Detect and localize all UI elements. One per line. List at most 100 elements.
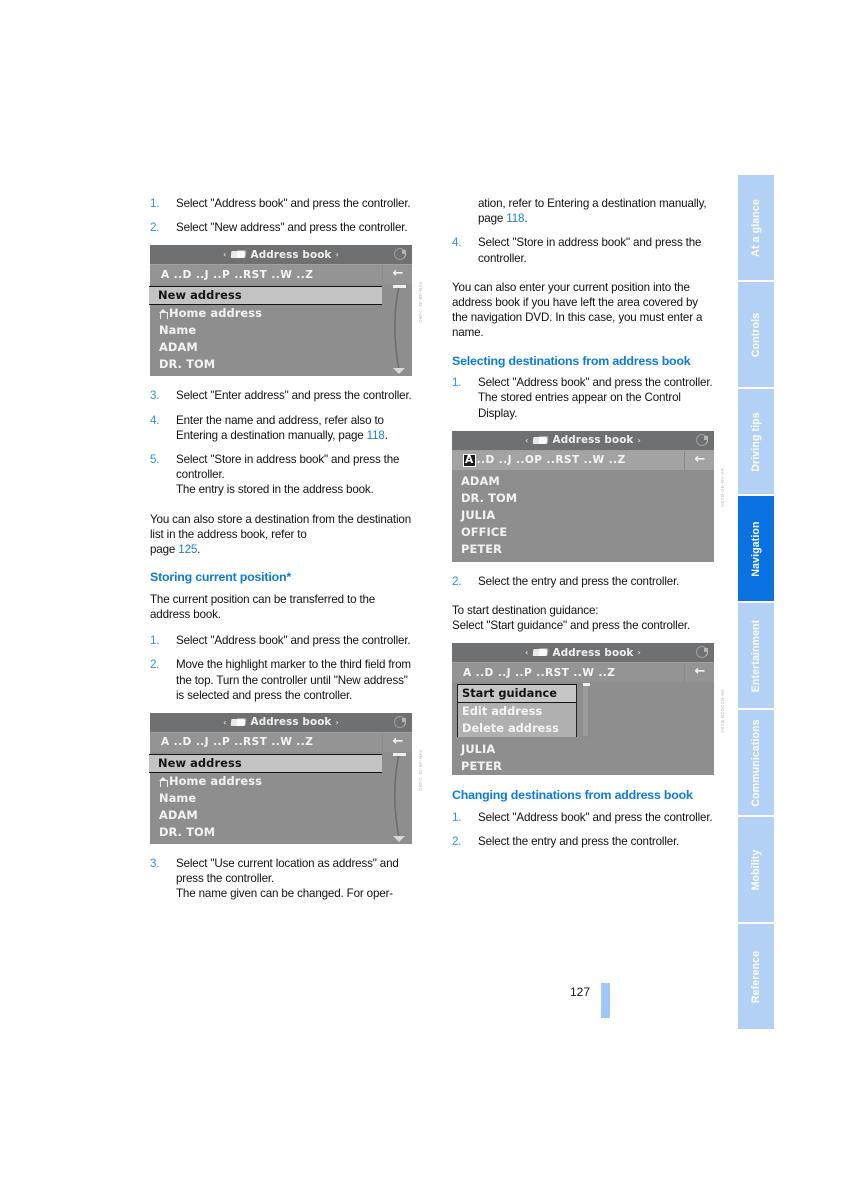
screen-title-bar: ‹ Address book › <box>150 712 412 732</box>
list-item[interactable]: ADAM <box>150 339 412 356</box>
prev-arrow-icon: ‹ <box>525 648 529 658</box>
list-item[interactable]: DR. TOM <box>150 824 412 841</box>
list-item[interactable]: JULIA <box>452 741 714 758</box>
sidebar-item-mobility[interactable]: Mobility <box>738 817 774 922</box>
list-item[interactable]: DR. TOM <box>150 356 412 373</box>
note-current-position: You can also enter your current position… <box>452 280 703 340</box>
idrive-screenshot-address-book-new: ‹ Address book › A ..D ..J ..P ..RST ..W… <box>149 245 423 377</box>
list-item-home-address[interactable]: Home address <box>150 773 412 790</box>
back-arrow-icon[interactable]: ← <box>684 663 714 683</box>
back-arrow-icon[interactable]: ← <box>382 265 412 285</box>
left-column: 1. Select "Address book" and press the c… <box>149 196 423 910</box>
next-arrow-icon: › <box>637 648 641 658</box>
screen-title: Address book <box>552 434 634 447</box>
alphabet-bar[interactable]: A ..D ..J ..P ..RST ..W ..Z ← <box>150 264 412 285</box>
left-steps-top: 1. Select "Address book" and press the c… <box>150 196 414 235</box>
note-destination-list: You can also store a destination from th… <box>150 512 412 557</box>
sidebar-item-navigation[interactable]: Navigation <box>738 496 774 601</box>
step-text: Select "Address book" and press the cont… <box>478 376 713 390</box>
list-item[interactable]: PETER <box>452 541 714 558</box>
sidebar-item-label: At a glance <box>750 198 762 257</box>
list-item-home-address[interactable]: Home address <box>150 305 412 322</box>
list-item: 3. Select "Use current location as addre… <box>150 856 414 902</box>
prev-arrow-icon: ‹ <box>525 435 529 445</box>
alphabet-text: A ..D ..J ..P ..RST ..W ..Z <box>463 666 616 679</box>
right-steps-selecting: 1. Select "Address book" and press the c… <box>452 375 716 421</box>
figure-code: OBFC-JE-BF-NAV <box>418 749 423 791</box>
entry-list: New address Home address Name ADAM DR. T… <box>149 284 412 377</box>
list-item[interactable]: Name <box>150 790 412 807</box>
screen-title: Address book <box>250 248 332 261</box>
sidebar-item-label: Communications <box>750 718 762 807</box>
idrive-screenshot-address-book-entries: ‹ Address book › A ..D ..J ..OP ..RST ..W… <box>452 430 725 562</box>
alphabet-text: A ..D ..J ..P ..RST ..W ..Z <box>161 736 314 749</box>
alphabet-bar[interactable]: A ..D ..J ..P ..RST ..W ..Z ← <box>150 731 412 752</box>
manual-page: 1. Select "Address book" and press the c… <box>0 0 848 1200</box>
back-arrow-icon[interactable]: ← <box>684 450 714 470</box>
sidebar-item-communications[interactable]: Communications <box>738 710 774 815</box>
list-item[interactable]: JULIA <box>452 507 714 524</box>
screen-title: Address book <box>250 716 332 729</box>
list-item: 5. Select "Store in address book" and pr… <box>150 452 414 498</box>
context-menu: Start guidance Edit address Delete addre… <box>457 683 590 738</box>
guidance-instruction: To start destination guidance: Select "St… <box>452 603 691 633</box>
storing-intro-text: The current position can be transferred … <box>150 592 376 621</box>
list-item[interactable]: Name <box>150 322 412 339</box>
back-arrow-icon[interactable]: ← <box>382 732 412 752</box>
page-xref[interactable]: 118 <box>367 429 385 442</box>
address-book-icon <box>532 648 548 657</box>
sidebar-item-driving-tips[interactable]: Driving tips <box>738 389 774 494</box>
menu-scrollbar[interactable] <box>582 683 590 738</box>
list-item: 1. Select "Address book" and press the c… <box>150 633 414 648</box>
list-item[interactable]: DR. TOM <box>452 490 714 507</box>
step-subtext: The entry is stored in the address book. <box>176 483 374 497</box>
globe-icon <box>696 433 708 446</box>
list-item-selected[interactable]: New address <box>149 286 382 306</box>
list-item[interactable]: ADAM <box>150 807 412 824</box>
alphabet-bar[interactable]: A ..D ..J ..P ..RST ..W ..Z ← <box>452 662 714 683</box>
menu-item-delete-address[interactable]: Delete address <box>457 720 577 738</box>
step-number: 2. <box>150 658 160 672</box>
sidebar-item-controls[interactable]: Controls <box>738 282 774 387</box>
left-steps-storing: 1. Select "Address book" and press the c… <box>150 633 414 703</box>
page-marker <box>601 983 610 1018</box>
list-item[interactable]: PETER <box>452 758 714 775</box>
scrollbar-top-cap <box>393 752 406 756</box>
page-xref[interactable]: 118 <box>506 212 524 225</box>
step-number: 1. <box>150 634 160 648</box>
step-text: Move the highlight marker to the third f… <box>176 658 411 702</box>
menu-item-edit-address[interactable]: Edit address <box>457 703 577 721</box>
menu-item-start-guidance[interactable]: Start guidance <box>457 684 577 704</box>
heading-changing-destinations: Changing destinations from address book <box>452 788 693 803</box>
sidebar-item-at-a-glance[interactable]: At a glance <box>738 175 774 280</box>
step-text: Select "Store in address book" and press… <box>176 453 400 482</box>
right-column: ation, refer to Entering a destination m… <box>452 196 725 857</box>
step-number: 3. <box>150 856 160 870</box>
list-item[interactable]: OFFICE <box>452 524 714 541</box>
screen-title-bar: ‹ Address book › <box>452 430 714 450</box>
sidebar-item-label: Reference <box>750 950 762 1003</box>
chapter-tabs: At a glance Controls Driving tips Naviga… <box>738 175 774 1031</box>
sidebar-item-reference[interactable]: Reference <box>738 924 774 1029</box>
address-book-icon <box>230 718 246 727</box>
scroll-down-icon[interactable] <box>393 835 405 842</box>
right-steps-changing: 1. Select "Address book" and press the c… <box>452 810 716 849</box>
alphabet-selected-letter[interactable]: A <box>463 453 476 467</box>
step-number: 1. <box>452 810 462 824</box>
home-icon <box>159 309 168 320</box>
page-xref[interactable]: 125 <box>178 543 197 556</box>
alphabet-bar[interactable]: A ..D ..J ..OP ..RST ..W ..Z ← <box>452 449 714 470</box>
entry-list: Start guidance Edit address Delete addre… <box>452 682 714 776</box>
sidebar-item-entertainment[interactable]: Entertainment <box>738 603 774 708</box>
step-text: Select "New address" and press the contr… <box>176 221 408 235</box>
list-item[interactable]: ADAM <box>452 473 714 490</box>
globe-icon <box>696 646 708 659</box>
sidebar-item-label: Navigation <box>750 520 762 577</box>
scrollbar-top-cap <box>393 285 406 289</box>
idrive-screenshot-address-book-new-2: ‹ Address book › A ..D ..J ..P ..RST ..W… <box>149 712 423 844</box>
screen-title: Address book <box>552 646 634 659</box>
right-steps-selecting-2: 2. Select the entry and press the contro… <box>452 574 716 589</box>
list-item: 2. Move the highlight marker to the thir… <box>150 657 414 703</box>
list-item-selected[interactable]: New address <box>149 753 382 773</box>
scroll-down-icon[interactable] <box>393 368 405 375</box>
